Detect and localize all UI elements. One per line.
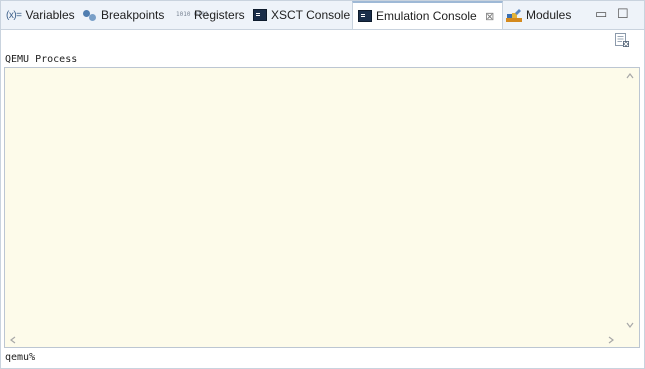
variables-icon: (x)= [6,9,22,21]
tab-xsct-console[interactable]: XSCT Console [253,4,350,26]
emulation-console-view: (x)= Variables Breakpoints 1010 0101 Reg… [0,0,645,369]
modules-icon [506,8,522,22]
tab-label: Registers [194,8,245,22]
view-tab-bar: (x)= Variables Breakpoints 1010 0101 Reg… [1,1,644,30]
tab-label: Emulation Console [376,9,477,23]
tab-registers[interactable]: 1010 0101 Registers [176,4,245,26]
scroll-up-icon[interactable] [626,71,634,82]
horizontal-scrollbar[interactable] [5,332,622,347]
console-icon [253,9,267,21]
maximize-icon[interactable]: ☐ [617,6,629,22]
breakpoints-icon [83,9,97,21]
console-output-area[interactable] [4,67,640,348]
scroll-down-icon[interactable] [626,320,634,331]
console-prompt[interactable]: qemu% [5,352,35,363]
tab-label: Modules [526,8,572,22]
process-label: QEMU Process [5,54,78,65]
tab-label: Variables [25,8,75,22]
tab-breakpoints[interactable]: Breakpoints [83,4,164,26]
tab-label: Breakpoints [101,8,165,22]
minimize-icon[interactable]: ▭ [595,6,607,22]
registers-icon: 1010 0101 [176,11,209,18]
console-icon [358,10,372,22]
tab-emulation-console[interactable]: Emulation Console ⊠ [352,1,503,29]
tab-label: XSCT Console [271,8,351,22]
close-tab-icon[interactable]: ⊠ [484,10,496,23]
tab-modules[interactable]: Modules [506,4,571,26]
scroll-left-icon[interactable] [10,336,16,347]
vertical-scrollbar[interactable] [622,68,639,333]
tab-variables[interactable]: (x)= Variables [6,4,75,26]
scroll-right-icon[interactable] [608,336,614,347]
clear-console-icon[interactable] [614,32,630,48]
